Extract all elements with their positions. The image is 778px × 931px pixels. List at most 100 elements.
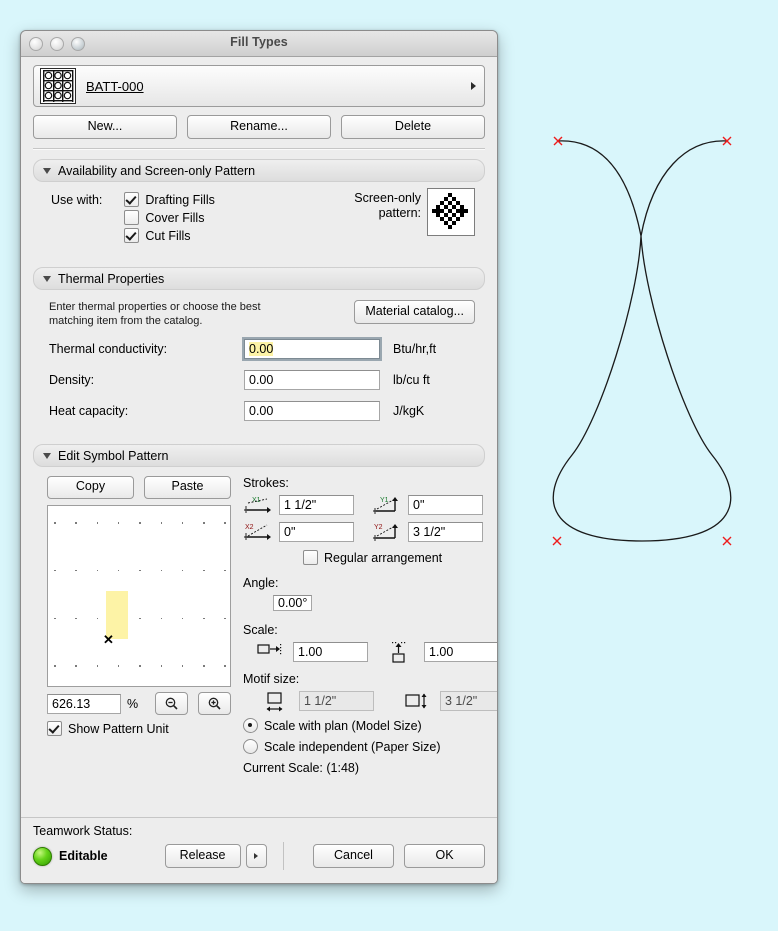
motif-width-icon: [263, 690, 293, 712]
new-button[interactable]: New...: [33, 115, 177, 139]
radio-icon[interactable]: [243, 718, 258, 733]
field-heat-capacity: Heat capacity: 0.00 J/kgK: [49, 401, 483, 421]
section-header-availability[interactable]: Availability and Screen-only Pattern: [33, 159, 485, 182]
grid-dot: [54, 522, 56, 524]
grid-dot: [139, 569, 141, 572]
thermal-note: Enter thermal properties or choose the b…: [49, 300, 299, 328]
y1-offset-icon: Y1: [372, 494, 402, 516]
grid-dot: [139, 522, 141, 524]
cancel-button[interactable]: Cancel: [313, 844, 394, 868]
screen-only-pattern-group: Screen-only pattern:: [354, 188, 475, 236]
grid-dot: [203, 522, 205, 524]
grid-dot: [160, 665, 162, 667]
current-scale-label: Current Scale: (1:48): [243, 761, 360, 775]
checkbox-label: Regular arrangement: [324, 550, 443, 565]
field-label: Thermal conductivity:: [49, 342, 168, 356]
grid-dot: [224, 522, 226, 524]
pattern-preview-column: Copy Paste ✕ 626.13 % Show Pattern Unit: [47, 476, 231, 775]
thermal-note-line1: Enter thermal properties or choose the b…: [49, 301, 261, 313]
checkbox-icon[interactable]: [124, 228, 140, 243]
delete-button[interactable]: Delete: [341, 115, 485, 139]
zoom-percent-input[interactable]: 626.13: [47, 693, 121, 714]
teamwork-row: Editable Release Cancel OK: [33, 842, 485, 870]
section-header-thermal[interactable]: Thermal Properties: [33, 267, 485, 290]
footer-actions: Cancel OK: [313, 844, 485, 868]
checkbox-drafting-fills[interactable]: Drafting Fills: [124, 192, 215, 207]
field-value: 0.00: [249, 342, 274, 356]
radio-scale-independent[interactable]: Scale independent (Paper Size): [243, 739, 497, 754]
disclosure-triangle-icon[interactable]: [43, 168, 51, 174]
motif-size-row: 1 1/2" 3 1/2": [243, 690, 497, 712]
motif-height-input: 3 1/2": [440, 691, 497, 711]
stroke-y2-input[interactable]: 3 1/2": [408, 522, 483, 542]
angle-label: Angle:: [243, 576, 279, 590]
scale-x-input[interactable]: 1.00: [293, 642, 368, 662]
motif-height-icon: [404, 690, 434, 712]
heat-capacity-input[interactable]: 0.00: [244, 401, 380, 421]
zoom-in-icon[interactable]: [198, 692, 231, 715]
svg-text:X2: X2: [245, 524, 254, 531]
grid-dot: [224, 665, 226, 667]
checkbox-show-pattern-unit[interactable]: Show Pattern Unit: [47, 721, 231, 736]
title-bar[interactable]: Fill Types: [21, 31, 497, 57]
checkbox-label: Cover Fills: [145, 210, 205, 225]
thermal-note-line2: matching item from the catalog.: [49, 315, 203, 327]
screen-only-pattern-swatch[interactable]: [427, 188, 475, 236]
checkbox-label: Drafting Fills: [145, 192, 215, 207]
field-thermal-conductivity: Thermal conductivity: 0.00 Btu/hr,ft: [49, 337, 483, 361]
disclosure-arrow-icon[interactable]: [245, 844, 267, 868]
stroke-x1-input[interactable]: 1 1/2": [279, 495, 354, 515]
origin-marker-icon: ✕: [103, 632, 114, 647]
section-header-symbol[interactable]: Edit Symbol Pattern: [33, 444, 485, 467]
grid-dot: [139, 617, 141, 620]
grid-dot: [75, 665, 77, 667]
grid-dot: [54, 569, 56, 572]
section-title-availability: Availability and Screen-only Pattern: [58, 163, 256, 178]
checkbox-icon[interactable]: [303, 550, 318, 565]
popup-arrow-icon[interactable]: [471, 82, 476, 90]
checkbox-icon[interactable]: [124, 210, 140, 225]
radio-scale-with-plan[interactable]: Scale with plan (Model Size): [243, 718, 497, 733]
edit-symbol-pattern-body: Copy Paste ✕ 626.13 % Show Pattern Unit …: [33, 467, 497, 781]
use-with-options: Drafting Fills Cover Fills Cut Fills: [124, 192, 215, 246]
checkbox-cover-fills[interactable]: Cover Fills: [124, 210, 214, 225]
ok-button[interactable]: OK: [404, 844, 485, 868]
checkbox-icon[interactable]: [47, 721, 62, 736]
stroke-y1-input[interactable]: 0": [408, 495, 483, 515]
stroke-x2-input[interactable]: 0": [279, 522, 354, 542]
copy-button[interactable]: Copy: [47, 476, 134, 499]
material-catalog-button[interactable]: Material catalog...: [354, 300, 475, 324]
angle-row: 0.00°: [273, 594, 497, 613]
thermal-conductivity-input[interactable]: 0.00: [242, 337, 382, 361]
disclosure-triangle-icon[interactable]: [43, 276, 51, 282]
zoom-controls: 626.13 %: [47, 692, 231, 715]
disclosure-triangle-icon[interactable]: [43, 453, 51, 459]
release-button[interactable]: Release: [164, 844, 241, 868]
stroke-row-1: X1 1 1/2" Y1 0": [243, 494, 497, 516]
grid-dot: [96, 522, 99, 524]
grid-dot: [181, 617, 184, 620]
grid-dot: [75, 617, 77, 620]
x1-offset-icon: X1: [243, 494, 273, 516]
radio-icon[interactable]: [243, 739, 258, 754]
grid-dot: [224, 569, 226, 572]
checkbox-icon[interactable]: [124, 192, 140, 207]
rename-button[interactable]: Rename...: [187, 115, 331, 139]
thermal-body: Enter thermal properties or choose the b…: [33, 290, 485, 435]
motif-size-label: Motif size:: [243, 672, 300, 686]
angle-input[interactable]: 0.00°: [273, 595, 313, 611]
checkbox-cut-fills[interactable]: Cut Fills: [124, 228, 214, 243]
paste-button[interactable]: Paste: [144, 476, 231, 499]
checkbox-regular-arrangement[interactable]: Regular arrangement: [273, 550, 497, 565]
dialog-body: BATT-000 New... Rename... Delete Availab…: [21, 65, 497, 781]
pattern-preview[interactable]: ✕: [47, 505, 231, 687]
scale-row: 1.00 1.00: [243, 641, 497, 663]
zoom-out-icon[interactable]: [155, 692, 188, 715]
density-input[interactable]: 0.00: [244, 370, 380, 390]
grid-dot: [117, 665, 120, 667]
scale-vertical-icon: [388, 641, 418, 663]
fill-type-name[interactable]: BATT-000: [86, 79, 144, 94]
scale-y-input[interactable]: 1.00: [424, 642, 497, 662]
window-title: Fill Types: [230, 35, 288, 49]
fill-type-chooser[interactable]: BATT-000: [33, 65, 485, 107]
